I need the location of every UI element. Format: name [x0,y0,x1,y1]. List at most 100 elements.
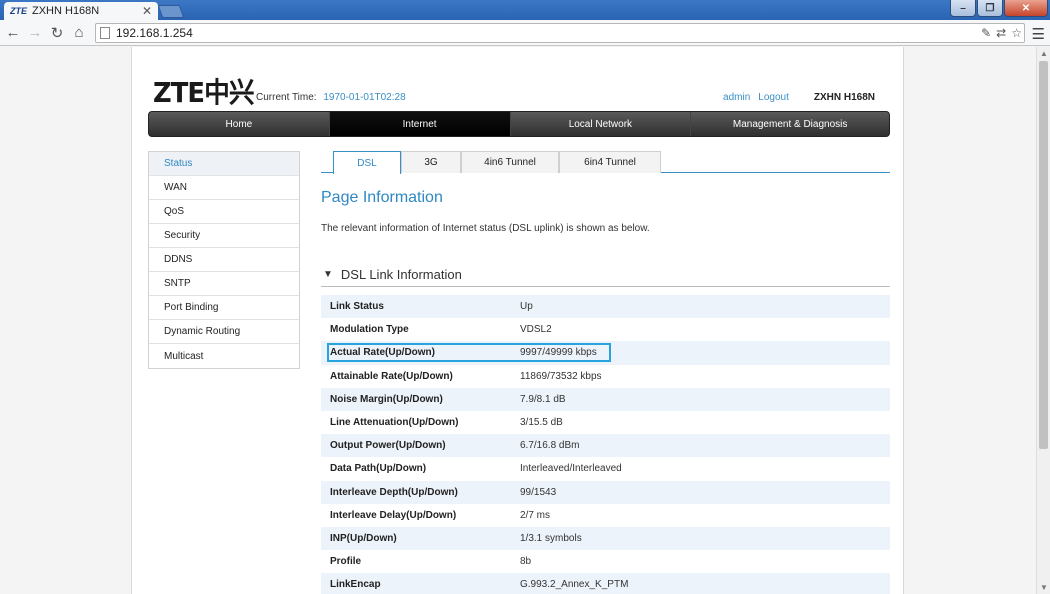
table-row: Modulation Type VDSL2 [321,318,890,342]
dsl-info-table: Link Status Up Modulation Type VDSL2 Actual … [321,295,890,594]
extension-icon[interactable]: ✎ [981,26,991,40]
forward-icon[interactable]: → [24,22,46,44]
menu-item-sntp[interactable]: SNTP [149,272,299,296]
translate-icon[interactable]: ⇄ [996,26,1006,40]
page-container: ZTE中兴 Current Time: 1970-01-01T02:28 adm… [131,47,904,594]
menu-item-security[interactable]: Security [149,224,299,248]
device-model: ZXHN H168N [813,92,875,103]
page-viewport: ZTE中兴 Current Time: 1970-01-01T02:28 adm… [0,47,1036,594]
table-row: Interleave Delay(Up/Down) 2/7 ms [321,503,890,527]
logout-link[interactable]: Logout [758,92,789,103]
row-key: Output Power(Up/Down) [330,440,446,452]
page-title: Page Information [321,189,443,206]
bookmark-star-icon[interactable]: ☆ [1011,26,1022,40]
table-row: LinkEncap G.993.2_Annex_K_PTM [321,573,890,594]
section-header[interactable]: ▼ DSL Link Information [321,263,890,287]
home-icon[interactable]: ⌂ [68,22,90,44]
zte-logo: ZTE中兴 [153,76,255,109]
main-nav: Home Internet Local Network Management &… [148,111,890,137]
scrollbar[interactable]: ▲ ▼ [1036,47,1050,594]
section-title: DSL Link Information [340,267,462,282]
row-value: Interleaved/Interleaved [520,463,622,475]
row-key: Link Status [330,301,384,313]
user-link[interactable]: admin [723,92,750,103]
table-row: Interleave Depth(Up/Down) 99/1543 [321,480,890,504]
url-text: 192.168.1.254 [116,26,193,40]
table-row: Data Path(Up/Down) Interleaved/Interleave… [321,457,890,481]
page-description: The relevant information of Internet sta… [321,223,650,234]
scroll-down-icon[interactable]: ▼ [1040,583,1048,592]
table-row: Link Status Up [321,295,890,319]
row-value: 99/1543 [520,486,557,498]
nav-management-diagnosis[interactable]: Management & Diagnosis [691,112,889,136]
tab-4in6-tunnel[interactable]: 4in6 Tunnel [461,151,559,173]
restore-icon[interactable]: ❐ [977,0,1003,17]
table-row: Noise Margin(Up/Down) 7.9/8.1 dB [321,387,890,411]
menu-item-wan[interactable]: WAN [149,176,299,200]
row-value: 2/7 ms [520,509,551,521]
row-value: 9997/49999 kbps [520,347,597,359]
menu-item-multicast[interactable]: Multicast [149,344,299,368]
browser-toolbar: ← → ↻ ⌂ 192.168.1.254 ✎ ⇄ ☆ ☰ [0,20,1050,46]
row-key: Profile [330,556,362,568]
sub-tabs: DSL 3G 4in6 Tunnel 6in4 Tunnel [321,151,890,174]
menu-item-port-binding[interactable]: Port Binding [149,296,299,320]
back-icon[interactable]: ← [2,22,24,44]
menu-item-ddns[interactable]: DDNS [149,248,299,272]
nav-local-network[interactable]: Local Network [511,112,692,136]
table-row: INP(Up/Down) 1/3.1 symbols [321,526,890,551]
browser-titlebar: ZTE ZXHN H168N ✕ – ❐ ✕ [0,0,1050,20]
window-controls: – ❐ ✕ [950,0,1048,17]
new-tab-button[interactable] [157,5,185,18]
nav-internet[interactable]: Internet [329,112,511,136]
row-key: Interleave Delay(Up/Down) [330,509,457,521]
left-menu: Status WAN QoS Security DDNS SNTP Port B… [148,151,300,369]
row-value: 11869/73532 kbps [520,370,602,382]
row-key: Modulation Type [330,324,409,336]
zte-favicon-icon: ZTE [10,6,27,16]
table-row: Line Attenuation(Up/Down) 3/15.5 dB [321,410,890,435]
tab-3g[interactable]: 3G [401,151,461,173]
menu-item-dynamic-routing[interactable]: Dynamic Routing [149,320,299,344]
browser-tab[interactable]: ZTE ZXHN H168N ✕ [4,2,158,20]
minimize-icon[interactable]: – [950,0,976,17]
scroll-up-icon[interactable]: ▲ [1040,49,1048,58]
row-key: Actual Rate(Up/Down) [330,347,435,359]
table-row: Attainable Rate(Up/Down) 11869/73532 kbps [321,364,890,388]
row-key: Attainable Rate(Up/Down) [330,370,453,382]
close-window-icon[interactable]: ✕ [1004,0,1048,17]
nav-home[interactable]: Home [149,112,330,136]
table-row: Profile 8b [321,550,890,574]
row-key: LinkEncap [330,579,381,591]
row-key: Noise Margin(Up/Down) [330,393,443,405]
row-value: 1/3.1 symbols [520,532,582,544]
row-key: Data Path(Up/Down) [330,463,427,475]
row-key: Interleave Depth(Up/Down) [330,486,458,498]
row-key: INP(Up/Down) [330,532,397,544]
menu-item-qos[interactable]: QoS [149,200,299,224]
row-key: Line Attenuation(Up/Down) [330,417,459,429]
scroll-thumb[interactable] [1039,61,1048,449]
row-value: VDSL2 [520,324,552,336]
close-tab-icon[interactable]: ✕ [142,4,152,18]
row-value: 8b [520,556,532,568]
reload-icon[interactable]: ↻ [46,22,68,44]
current-time-label: Current Time: [256,92,317,103]
address-bar[interactable]: 192.168.1.254 ✎ ⇄ ☆ [95,23,1025,43]
tab-title: ZXHN H168N [32,5,100,17]
row-value: 6.7/16.8 dBm [520,440,580,452]
current-time-value: 1970-01-01T02:28 [323,92,406,103]
collapse-triangle-icon[interactable]: ▼ [323,269,333,280]
current-time: Current Time: 1970-01-01T02:28 [256,92,406,103]
page-icon [100,27,110,39]
row-value: Up [520,301,533,313]
tab-6in4-tunnel[interactable]: 6in4 Tunnel [559,151,661,173]
table-row: Output Power(Up/Down) 6.7/16.8 dBm [321,434,890,458]
row-value: 7.9/8.1 dB [520,393,566,405]
row-value: 3/15.5 dB [520,417,563,429]
tab-dsl[interactable]: DSL [333,151,401,174]
menu-item-status[interactable]: Status [149,152,299,176]
row-value: G.993.2_Annex_K_PTM [520,579,629,591]
header-right: admin Logout ZXHN H168N [723,92,875,103]
menu-icon[interactable]: ☰ [1032,25,1045,43]
